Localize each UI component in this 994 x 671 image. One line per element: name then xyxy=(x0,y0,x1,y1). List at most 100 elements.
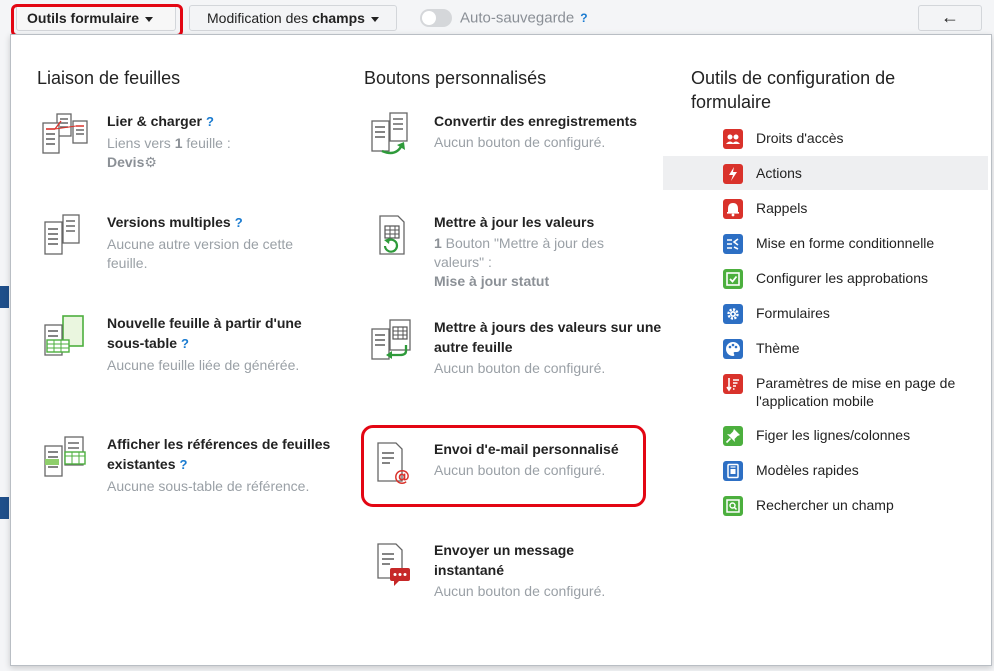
update-other-sheet-icon xyxy=(368,317,416,365)
update-values-item[interactable]: Mettre à jour les valeurs 1 Bouton "Mett… xyxy=(368,212,668,312)
item-subtitle: Bouton "Mettre à jour des valeurs" : xyxy=(434,235,604,270)
config-item-label: Thème xyxy=(756,340,800,356)
item-subtitle: Aucune feuille liée de générée. xyxy=(107,357,300,373)
help-icon[interactable]: ? xyxy=(235,215,243,230)
item-subtitle: Aucune sous-table de référence. xyxy=(107,478,310,494)
item-subtitle: Aucun bouton de configuré. xyxy=(434,462,606,478)
linked-sheet-name: Devis xyxy=(107,154,145,170)
item-subtitle: Liens vers xyxy=(107,135,175,151)
help-icon[interactable]: ? xyxy=(181,336,189,351)
pin-icon xyxy=(723,426,743,446)
access-rights-icon xyxy=(723,129,743,149)
custom-email-item[interactable]: @ Envoi d'e-mail personnalisé Aucun bout… xyxy=(368,439,638,499)
instant-message-item[interactable]: Envoyer un message instantané Aucun bout… xyxy=(368,540,668,610)
config-item-actions[interactable]: Actions xyxy=(663,156,988,190)
autosave-help-icon[interactable]: ? xyxy=(580,11,587,25)
form-tools-dropdown: Liaison de feuilles Boutons personnalisé… xyxy=(10,34,992,666)
autosave-label: Auto-sauvegarde xyxy=(460,9,575,27)
config-item-theme[interactable]: Thème xyxy=(663,331,988,365)
config-item-label: Droits d'accès xyxy=(756,130,844,146)
config-item-label: Configurer les approbations xyxy=(756,270,928,286)
item-count: 1 xyxy=(174,135,183,151)
gear-icon[interactable]: ⚙ xyxy=(144,153,157,172)
config-item-label: Rappels xyxy=(756,200,808,216)
back-arrow-icon: ← xyxy=(941,7,959,27)
email-icon: @ xyxy=(368,439,416,487)
form-tools-button[interactable]: Outils formulaire xyxy=(16,5,176,31)
instant-message-icon xyxy=(368,540,416,588)
item-subtitle: Aucun bouton de configuré. xyxy=(434,134,606,150)
background-sliver xyxy=(0,497,9,519)
config-item-label: Figer les lignes/colonnes xyxy=(756,427,911,443)
config-item-access-rights[interactable]: Droits d'accès xyxy=(663,121,988,155)
column-title-sheet-links: Liaison de feuilles xyxy=(37,68,181,88)
palette-icon xyxy=(723,339,743,359)
caret-down-icon xyxy=(145,16,154,22)
autosave-control: Auto-sauvegarde? xyxy=(420,9,588,29)
item-title: Mettre à jours des valeurs sur une autre… xyxy=(434,319,662,355)
config-item-label: Mise en forme conditionnelle xyxy=(756,235,935,251)
field-edit-label-bold: champs xyxy=(312,10,365,26)
convert-records-icon xyxy=(368,111,416,159)
config-item-label: Modèles rapides xyxy=(756,462,859,478)
config-item-search-field[interactable]: Rechercher un champ xyxy=(663,488,988,522)
conditional-format-icon xyxy=(723,234,743,254)
config-item-label: Paramètres de mise en page de l'applicat… xyxy=(756,375,956,409)
field-edit-button[interactable]: Modification des champs xyxy=(189,5,397,31)
button-name: Mise à jour statut xyxy=(434,273,550,289)
item-title: Envoyer un message instantané xyxy=(434,542,575,578)
svg-text:@: @ xyxy=(394,466,410,485)
mobile-layout-icon xyxy=(723,374,743,394)
config-item-approvals[interactable]: Configurer les approbations xyxy=(663,261,988,295)
new-sheet-from-subtable-item[interactable]: Nouvelle feuille à partir d'une sous-tab… xyxy=(41,313,341,383)
approvals-icon xyxy=(723,269,743,289)
new-sheet-from-subtable-icon xyxy=(41,313,89,361)
config-item-quick-templates[interactable]: Modèles rapides xyxy=(663,453,988,487)
item-title: Lier & charger xyxy=(107,113,202,129)
form-tools-label: Outils formulaire xyxy=(27,10,140,26)
config-item-label: Rechercher un champ xyxy=(756,497,894,513)
link-sheets-icon xyxy=(41,111,89,159)
config-item-freeze[interactable]: Figer les lignes/colonnes xyxy=(663,418,988,452)
item-title: Versions multiples xyxy=(107,214,231,230)
templates-icon xyxy=(723,461,743,481)
config-item-label: Actions xyxy=(756,165,802,181)
item-title: Envoi d'e-mail personnalisé xyxy=(434,441,619,457)
help-icon[interactable]: ? xyxy=(206,114,214,129)
help-icon[interactable]: ? xyxy=(179,457,187,472)
item-title: Mettre à jour les valeurs xyxy=(434,214,595,230)
autosave-toggle[interactable] xyxy=(420,9,452,28)
update-other-sheet-item[interactable]: Mettre à jours des valeurs sur une autre… xyxy=(368,317,668,397)
field-edit-label: Modification des xyxy=(207,10,313,26)
config-item-mobile-layout[interactable]: Paramètres de mise en page de l'applicat… xyxy=(663,366,988,414)
item-title: Nouvelle feuille à partir d'une sous-tab… xyxy=(107,315,302,351)
item-subtitle-suffix: feuille : xyxy=(182,135,231,151)
show-references-item[interactable]: Afficher les références de feuilles exis… xyxy=(41,434,341,504)
column-title-custom-buttons: Boutons personnalisés xyxy=(364,68,547,88)
search-field-icon xyxy=(723,496,743,516)
show-references-icon xyxy=(41,434,89,482)
column-title-config-tools: Outils de configuration de formulaire xyxy=(691,68,896,112)
multiple-versions-icon xyxy=(41,212,89,260)
item-count: 1 xyxy=(434,235,442,251)
item-subtitle: Aucun bouton de configuré. xyxy=(434,583,606,599)
config-item-conditional-format[interactable]: Mise en forme conditionnelle xyxy=(663,226,988,260)
toolbar: Outils formulaire Modification des champ… xyxy=(0,0,994,37)
multiple-versions-item[interactable]: Versions multiples? Aucune autre version… xyxy=(41,212,341,282)
config-item-reminders[interactable]: Rappels xyxy=(663,191,988,225)
config-item-label: Formulaires xyxy=(756,305,830,321)
background-sliver xyxy=(0,286,9,308)
gear-icon xyxy=(723,304,743,324)
caret-down-icon xyxy=(370,16,379,22)
convert-records-item[interactable]: Convertir des enregistrements Aucun bout… xyxy=(368,111,668,181)
back-button[interactable]: ← xyxy=(918,5,982,31)
config-item-forms[interactable]: Formulaires xyxy=(663,296,988,330)
item-subtitle: Aucun bouton de configuré. xyxy=(434,360,606,376)
lightning-icon xyxy=(723,164,743,184)
update-values-icon xyxy=(368,212,416,260)
link-and-load-item[interactable]: Lier & charger? Liens vers 1 feuille : D… xyxy=(41,111,341,201)
item-subtitle: Aucune autre version de cette feuille. xyxy=(107,236,294,271)
bell-icon xyxy=(723,199,743,219)
item-title: Convertir des enregistrements xyxy=(434,113,638,129)
item-title: Afficher les références de feuilles exis… xyxy=(107,436,331,472)
